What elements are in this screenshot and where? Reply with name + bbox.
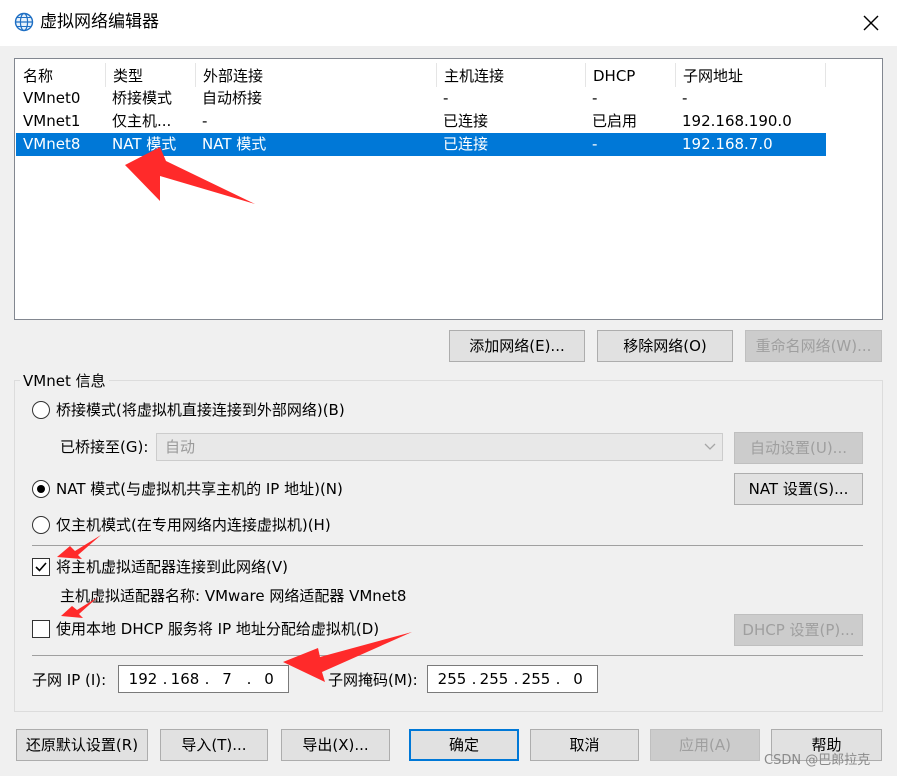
column-header-type[interactable]: 类型 xyxy=(105,63,195,89)
vmnet-info-label: VMnet 信息 xyxy=(20,372,109,390)
ip-octet: 0 xyxy=(264,670,274,688)
divider xyxy=(32,545,863,546)
connect-adapter-label: 将主机虚拟适配器连接到此网络(V) xyxy=(56,558,288,576)
nat-mode-label: NAT 模式(与虚拟机共享主机的 IP 地址)(N) xyxy=(56,480,343,498)
cell-name: VMnet1 xyxy=(23,112,81,130)
cell-subnet: 192.168.7.0 xyxy=(682,135,773,153)
ok-button[interactable]: 确定 xyxy=(409,729,519,761)
cell-type: 桥接模式 xyxy=(112,89,173,107)
column-header-external[interactable]: 外部连接 xyxy=(195,63,436,89)
subnet-mask-label: 子网掩码(M): xyxy=(328,671,418,689)
subnet-ip-label: 子网 IP (I): xyxy=(32,671,107,689)
dhcp-settings-button[interactable]: DHCP 设置(P)... xyxy=(734,614,863,646)
cell-name: VMnet8 xyxy=(23,135,81,153)
network-list[interactable]: 名称 类型 外部连接 主机连接 DHCP 子网地址 VMnet0 桥接模式 自动… xyxy=(14,58,883,320)
window-title: 虚拟网络编辑器 xyxy=(40,12,159,32)
cell-host: - xyxy=(443,89,449,107)
cell-host: 已连接 xyxy=(443,135,489,153)
column-header-subnet[interactable]: 子网地址 xyxy=(675,63,825,89)
bridged-to-value: 自动 xyxy=(165,438,196,456)
nat-settings-button[interactable]: NAT 设置(S)... xyxy=(734,473,863,505)
column-header-dhcp[interactable]: DHCP xyxy=(585,63,675,89)
bridged-to-label: 已桥接至(G): xyxy=(60,438,149,456)
adapter-name-text: 主机虚拟适配器名称: VMware 网络适配器 VMnet8 xyxy=(60,587,407,605)
mask-octet: 255 xyxy=(437,670,467,688)
bridged-mode-label: 桥接模式(将虚拟机直接连接到外部网络)(B) xyxy=(56,401,345,419)
cell-dhcp: 已启用 xyxy=(592,112,638,130)
cell-external: NAT 模式 xyxy=(202,135,267,153)
checkmark-icon xyxy=(35,562,47,572)
bridged-mode-radio[interactable] xyxy=(32,401,50,419)
cell-dhcp: - xyxy=(592,89,598,107)
column-header-host[interactable]: 主机连接 xyxy=(436,63,585,89)
cell-name: VMnet0 xyxy=(23,89,81,107)
cell-subnet: - xyxy=(682,89,688,107)
cell-dhcp: - xyxy=(592,135,598,153)
close-button[interactable] xyxy=(853,6,889,40)
host-only-label: 仅主机模式(在专用网络内连接虚拟机)(H) xyxy=(56,516,331,534)
column-header-name[interactable]: 名称 xyxy=(15,63,105,89)
dhcp-label: 使用本地 DHCP 服务将 IP 地址分配给虚拟机(D) xyxy=(56,620,380,638)
mask-octet: 255 xyxy=(521,670,551,688)
ip-octet: 192 xyxy=(128,670,158,688)
table-row-selected[interactable]: VMnet8 NAT 模式 NAT 模式 已连接 - 192.168.7.0 xyxy=(16,133,826,156)
auto-settings-button[interactable]: 自动设置(U)... xyxy=(734,432,863,464)
dhcp-checkbox[interactable] xyxy=(32,620,50,638)
chevron-down-icon xyxy=(704,443,716,450)
mask-octet: 0 xyxy=(573,670,583,688)
close-icon xyxy=(863,15,879,31)
subnet-ip-input[interactable]: 192 . 168 . 7 . 0 xyxy=(118,665,289,693)
cell-type: 仅主机... xyxy=(112,112,172,130)
cell-subnet: 192.168.190.0 xyxy=(682,112,792,130)
add-network-button[interactable]: 添加网络(E)... xyxy=(449,330,585,362)
restore-defaults-button[interactable]: 还原默认设置(R) xyxy=(16,729,148,761)
table-row[interactable]: VMnet0 桥接模式 自动桥接 - - - xyxy=(16,87,826,110)
connect-adapter-checkbox[interactable] xyxy=(32,558,50,576)
mask-octet: 255 xyxy=(479,670,509,688)
globe-icon xyxy=(14,12,34,32)
cell-type: NAT 模式 xyxy=(112,135,177,153)
cell-external: - xyxy=(202,112,208,130)
cell-host: 已连接 xyxy=(443,112,489,130)
import-button[interactable]: 导入(T)... xyxy=(160,729,268,761)
divider xyxy=(32,655,863,656)
host-only-radio[interactable] xyxy=(32,516,50,534)
nat-mode-radio[interactable] xyxy=(32,480,50,498)
cell-external: 自动桥接 xyxy=(202,89,263,107)
column-separator xyxy=(825,63,826,87)
export-button[interactable]: 导出(X)... xyxy=(281,729,390,761)
rename-network-button[interactable]: 重命名网络(W)... xyxy=(745,330,882,362)
bridged-to-select[interactable]: 自动 xyxy=(156,433,723,461)
remove-network-button[interactable]: 移除网络(O) xyxy=(597,330,733,362)
watermark: CSDN @巴郎拉克 xyxy=(764,753,871,768)
ip-octet: 168 xyxy=(170,670,200,688)
vmnet-info-group xyxy=(14,380,883,712)
subnet-mask-input[interactable]: 255 . 255 . 255 . 0 xyxy=(427,665,598,693)
apply-button[interactable]: 应用(A) xyxy=(650,729,760,761)
radio-selected-dot xyxy=(37,485,45,493)
ip-octet: 7 xyxy=(222,670,232,688)
table-row[interactable]: VMnet1 仅主机... - 已连接 已启用 192.168.190.0 xyxy=(16,110,826,133)
cancel-button[interactable]: 取消 xyxy=(530,729,639,761)
